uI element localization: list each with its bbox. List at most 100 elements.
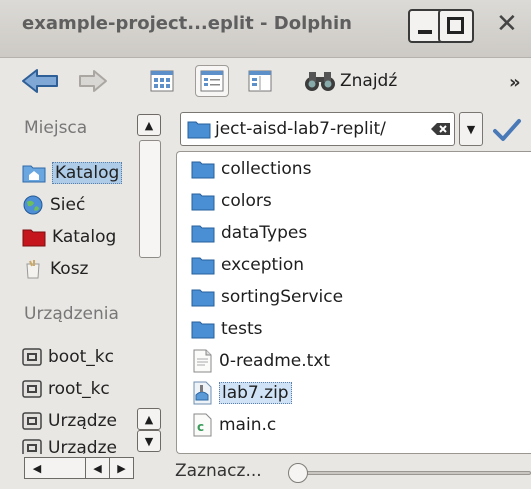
scroll-left-button[interactable]: ◀ xyxy=(85,458,109,478)
location-input[interactable]: ject-aisd-lab7-replit/ xyxy=(180,112,455,146)
scroll-down-button[interactable]: ▼ xyxy=(137,430,161,452)
back-button[interactable] xyxy=(18,65,64,97)
scroll-left-button[interactable]: ◀ xyxy=(25,458,49,478)
drive-icon xyxy=(22,412,42,430)
folder-icon xyxy=(191,193,215,211)
confirm-location-button[interactable] xyxy=(492,116,522,144)
file-name: tests xyxy=(221,319,263,339)
sidebar-horizontal-scrollbar[interactable]: ◀ ◀ ▶ xyxy=(24,457,134,479)
status-text: Zaznacz... xyxy=(175,461,262,481)
zoom-slider[interactable] xyxy=(292,471,531,475)
sidebar-item-device[interactable]: boot_kc xyxy=(22,342,146,372)
details-view-icon xyxy=(200,70,224,92)
details-view-button[interactable] xyxy=(195,65,229,97)
sidebar-item-label: Urządze xyxy=(48,411,117,431)
close-icon: ✕ xyxy=(496,9,518,39)
maximize-icon xyxy=(447,17,464,34)
scroll-up-button[interactable]: ▲ xyxy=(137,114,161,136)
file-name: 0-readme.txt xyxy=(219,351,331,371)
sidebar-item-network[interactable]: Sieć xyxy=(22,190,146,220)
toolbar-overflow-button[interactable]: » xyxy=(509,72,521,93)
sidebar-item-trash[interactable]: Kosz xyxy=(22,254,146,284)
sidebar-item-device[interactable]: Urządze xyxy=(22,406,146,436)
list-item[interactable]: collections xyxy=(191,154,311,184)
title-bar[interactable]: example-project...eplit - Dolphin ✕ xyxy=(0,0,531,58)
sidebar-item-device[interactable]: root_kc xyxy=(22,374,146,404)
devices-header: Urządzenia xyxy=(24,304,119,324)
file-name: dataTypes xyxy=(221,223,308,243)
drive-icon xyxy=(22,380,42,398)
icons-view-button[interactable] xyxy=(145,65,179,97)
sidebar-vertical-scrollbar[interactable]: ▲ ▲ ▼ xyxy=(137,108,163,456)
sidebar-item-label: root_kc xyxy=(48,379,110,399)
window-title: example-project...eplit - Dolphin xyxy=(22,13,352,34)
columns-view-button[interactable] xyxy=(243,65,277,97)
list-item[interactable]: colors xyxy=(191,186,272,216)
list-item[interactable]: 0-readme.txt xyxy=(191,346,330,376)
list-item[interactable]: tests xyxy=(191,314,263,344)
trash-icon xyxy=(26,260,40,279)
checkmark-icon xyxy=(493,119,521,141)
file-name: exception xyxy=(221,255,305,275)
c-source-file-icon: c xyxy=(193,413,212,437)
file-name: lab7.zip xyxy=(219,382,292,404)
list-item[interactable]: dataTypes xyxy=(191,218,307,248)
clear-location-button[interactable] xyxy=(430,118,452,140)
folder-icon xyxy=(191,321,215,339)
folder-icon xyxy=(191,257,215,275)
arrow-right-icon xyxy=(79,70,107,92)
arrow-left-icon xyxy=(22,69,58,93)
sidebar-item-device[interactable]: Urządze xyxy=(22,438,146,454)
location-path: ject-aisd-lab7-replit/ xyxy=(215,119,386,139)
list-item[interactable]: c main.c xyxy=(191,410,276,440)
columns-view-icon xyxy=(248,70,272,92)
toolbar: Znajdź » xyxy=(0,58,531,103)
home-folder-icon xyxy=(22,165,46,183)
maximize-button[interactable] xyxy=(438,9,474,43)
places-header: Miejsca xyxy=(24,118,88,138)
sidebar-item-label: Katalog xyxy=(52,162,123,184)
list-item[interactable]: exception xyxy=(191,250,304,280)
file-name: collections xyxy=(221,159,312,179)
file-name: main.c xyxy=(219,415,277,435)
sidebar-item-label: Katalog xyxy=(52,227,117,247)
sidebar-item-label: Urządze xyxy=(48,438,117,454)
scroll-right-button[interactable]: ▶ xyxy=(109,458,133,478)
clear-text-icon xyxy=(431,123,450,135)
location-history-dropdown[interactable]: ▼ xyxy=(459,112,483,146)
file-name: colors xyxy=(221,191,272,211)
network-globe-icon xyxy=(23,195,43,215)
archive-file-icon xyxy=(193,381,212,405)
sidebar-item-root[interactable]: Katalog xyxy=(22,222,146,252)
file-list[interactable]: collections colors dataTypes exception s… xyxy=(176,151,531,454)
status-bar: Zaznacz... xyxy=(172,455,531,489)
sidebar-item-label: Kosz xyxy=(50,259,89,279)
forward-button[interactable] xyxy=(76,65,110,97)
text-file-icon xyxy=(193,349,212,373)
search-button[interactable]: Znajdź xyxy=(304,66,397,96)
drive-icon xyxy=(22,348,42,366)
list-item[interactable]: lab7.zip xyxy=(191,378,292,408)
minimize-icon xyxy=(418,30,432,34)
sidebar-item-label: boot_kc xyxy=(48,347,114,367)
folder-icon xyxy=(191,289,215,307)
sidebar-item-label: Sieć xyxy=(50,195,86,215)
search-label: Znajdź xyxy=(340,71,398,91)
scrollbar-thumb[interactable] xyxy=(139,140,161,258)
folder-icon xyxy=(191,225,215,243)
binoculars-icon xyxy=(305,72,335,91)
drive-icon xyxy=(22,439,42,454)
scroll-up-button[interactable]: ▲ xyxy=(137,408,161,430)
places-panel: Miejsca Katalog Sieć Katalog Kosz Urządz… xyxy=(0,108,167,489)
list-item[interactable]: sortingService xyxy=(191,282,343,312)
root-folder-icon xyxy=(22,229,46,247)
file-name: sortingService xyxy=(221,287,344,307)
icons-view-icon xyxy=(150,70,174,92)
zoom-slider-handle[interactable] xyxy=(288,463,308,483)
folder-icon xyxy=(191,161,215,179)
folder-icon xyxy=(187,121,211,139)
sidebar-item-home[interactable]: Katalog xyxy=(22,158,146,188)
location-bar: ject-aisd-lab7-replit/ ▼ xyxy=(172,108,531,148)
close-button[interactable]: ✕ xyxy=(488,9,528,43)
svg-text:c: c xyxy=(197,420,204,434)
